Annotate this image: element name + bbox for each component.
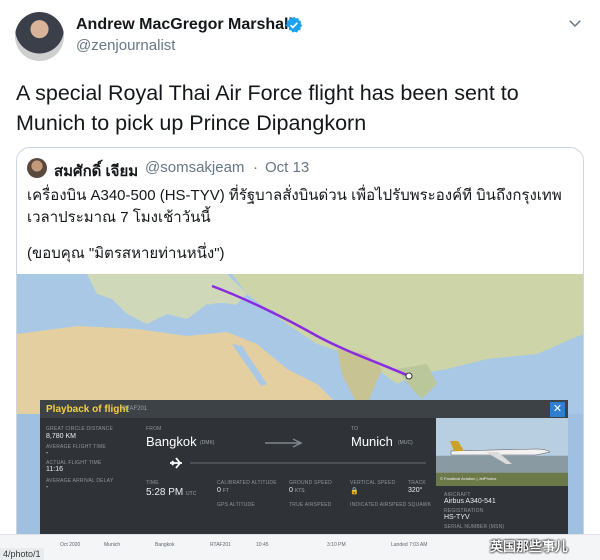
squawk-label: SQUAWK — [408, 502, 432, 508]
from-label: FROM — [146, 426, 162, 432]
true-airspeed-label: TRUE AIRSPEED — [289, 502, 332, 508]
lock-icon: 🔒 — [350, 488, 359, 495]
playback-title: Playback of flight — [46, 404, 129, 415]
right-arrow-icon — [265, 438, 303, 448]
quoted-date[interactable]: Oct 13 — [265, 159, 309, 176]
history-status: Landed 7:03 AM — [391, 542, 428, 548]
author-handle[interactable]: @zenjournalist — [76, 37, 175, 54]
aircraft-image-icon — [450, 441, 551, 464]
history-flight: RTAF201 — [210, 542, 231, 548]
quoted-text-line: เครื่องบิน A340-500 (HS-TYV) ที่รัฐบาลสั… — [27, 187, 562, 204]
quoted-text-line: (ขอบคุณ "มิตรสหายท่านหนึ่ง") — [27, 245, 225, 262]
close-button[interactable]: ✕ — [550, 402, 565, 417]
aircraft-value: Airbus A340-541 — [444, 498, 496, 505]
airplane-icon — [170, 457, 426, 469]
tweet-text-line: A special Royal Thai Air Force flight ha… — [16, 81, 519, 105]
playback-header: Playback of flight RTAF201 ✕ — [40, 400, 568, 418]
flight-map-image[interactable]: Playback of flight RTAF201 ✕ GREAT CIRCL… — [17, 274, 583, 560]
cal-alt-value: 0 FT — [217, 487, 229, 494]
author-avatar[interactable] — [15, 12, 64, 61]
history-to: Bangkok — [155, 542, 175, 548]
actual-flight-time-value: 11:16 — [46, 466, 63, 473]
avg-flight-time-value: - — [46, 450, 49, 457]
world-map — [17, 274, 583, 414]
cal-alt-label: CALIBRATED ALTITUDE — [217, 480, 277, 486]
great-circle-value: 8,780 KM — [46, 433, 76, 440]
quoted-author-handle: @somsakjeam — [145, 159, 245, 176]
verified-badge-icon — [285, 16, 303, 33]
from-code: (DMK) — [200, 440, 215, 446]
quoted-tweet[interactable]: สมศักดิ์ เจียม @somsakjeam · Oct 13 เครื… — [16, 147, 584, 560]
tweet-text-line: Munich to pick up Prince Dipangkorn — [16, 111, 367, 135]
flight-code: RTAF201 — [122, 406, 148, 412]
history-from: Munich — [104, 542, 121, 548]
track-value: 320° — [408, 487, 423, 494]
quoted-author-name: สมศักดิ์ เจียม — [54, 163, 139, 180]
chevron-down-icon[interactable] — [566, 14, 584, 32]
registration-value: HS-TYV — [444, 514, 470, 521]
tweet-header: Andrew MacGregor Marshall @zenjournalist — [0, 0, 600, 70]
photo-credit: © Fanatical Aviation | JetPhotos — [440, 476, 497, 481]
avg-arrival-delay-label: AVERAGE ARRIVAL DELAY — [46, 478, 114, 484]
avg-arrival-delay-value: - — [46, 484, 49, 491]
time-label: TIME — [146, 480, 159, 486]
quoted-author-avatar — [27, 158, 47, 178]
url-fragment: 4/photo/1 — [0, 548, 44, 560]
to-city: Munich — [351, 434, 393, 449]
watermark: 英国那些事儿 — [490, 539, 569, 554]
history-sta: 3:10 PM — [327, 542, 346, 548]
great-circle-label: GREAT CIRCLE DISTANCE — [46, 426, 113, 432]
to-label: TO — [351, 426, 359, 432]
indicated-airspeed-label: INDICATED AIRSPEED — [350, 502, 407, 508]
track-label: TRACK — [408, 480, 426, 486]
history-date: Oct 2020 — [60, 542, 81, 548]
ground-speed-label: GROUND SPEED — [289, 480, 332, 486]
ground-speed-value: 0 KTS — [289, 487, 305, 494]
quoted-text-line: เวลาประมาณ 7 โมงเช้าวันนี้ — [27, 209, 211, 226]
from-city: Bangkok — [146, 434, 197, 449]
tweet-text: A special Royal Thai Air Force flight ha… — [16, 78, 586, 138]
serial-label: SERIAL NUMBER (MSN) — [444, 524, 505, 530]
to-code: (MUC) — [398, 440, 413, 446]
vertical-speed-label: VERTICAL SPEED — [350, 480, 396, 486]
time-value: 5:28 PM UTC — [146, 487, 197, 498]
separator-dot: · — [253, 159, 258, 176]
author-name[interactable]: Andrew MacGregor Marshall — [76, 16, 293, 34]
history-time: 10:45 — [256, 542, 269, 548]
aircraft-photo[interactable]: © Fanatical Aviation | JetPhotos — [436, 418, 568, 486]
avg-flight-time-label: AVERAGE FLIGHT TIME — [46, 444, 106, 450]
gps-alt-label: GPS ALTITUDE — [217, 502, 255, 508]
